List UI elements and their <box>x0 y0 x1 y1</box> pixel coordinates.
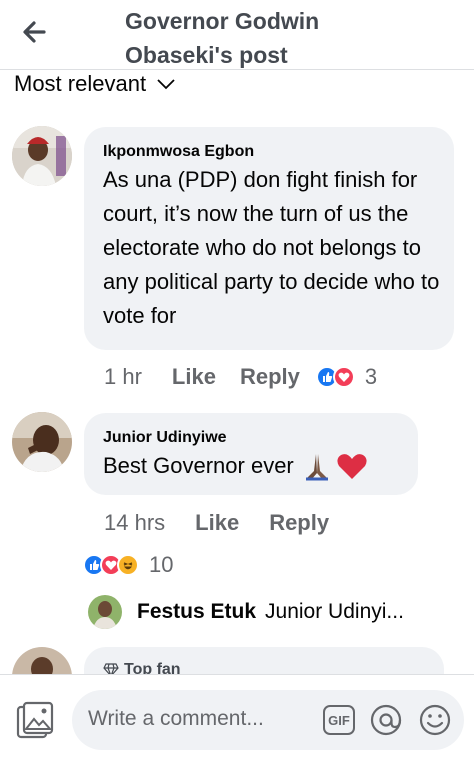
comment-author[interactable]: Junior Udinyiwe <box>103 429 227 447</box>
comment-text: As una (PDP) don fight finish for court,… <box>103 167 440 328</box>
photo-icon[interactable] <box>16 701 54 741</box>
comment-bubble[interactable]: Junior Udinyiwe Best Governor ever <box>84 413 418 495</box>
haha-reaction-icon <box>117 554 139 576</box>
post-header: Governor Godwin Obaseki's post <box>0 0 474 70</box>
page-title: Governor Godwin Obaseki's post <box>125 8 320 68</box>
reaction-count: 3 <box>364 364 378 389</box>
sort-dropdown[interactable]: Most relevant <box>14 70 176 98</box>
comment-time: 1 hr <box>104 364 142 389</box>
comment-actions: 14 hrs Like Reply <box>104 508 329 538</box>
comment-placeholder: Write a comment... <box>88 707 264 730</box>
avatar <box>88 595 122 629</box>
avatar-photo <box>12 412 72 472</box>
comment-text-row: Best Governor ever <box>103 449 368 483</box>
avatar-photo <box>88 595 122 629</box>
reaction-summary[interactable]: 10 <box>83 550 173 580</box>
emoji-icon[interactable] <box>418 703 452 737</box>
reaction-count: 10 <box>149 552 174 577</box>
back-arrow-icon[interactable] <box>18 16 54 48</box>
gif-button[interactable]: GIF <box>323 705 355 735</box>
reaction-summary[interactable]: 3 <box>315 364 378 390</box>
like-button[interactable]: Like <box>195 510 239 536</box>
comment-input[interactable]: Write a comment... GIF <box>72 690 464 750</box>
gif-label: GIF <box>328 712 350 728</box>
love-reaction-icon <box>332 366 355 388</box>
avatar[interactable] <box>12 126 72 186</box>
reply-snippet: Junior Udinyi... <box>265 600 404 623</box>
comment-text: Best Governor ever <box>103 453 294 478</box>
reply-button[interactable]: Reply <box>269 510 329 536</box>
comment-time: 14 hrs <box>104 510 166 535</box>
avatar[interactable] <box>12 412 72 472</box>
comment-bubble[interactable]: Ikponmwosa Egbon As una (PDP) don fight … <box>84 127 454 350</box>
avatar-photo <box>12 126 72 186</box>
reply-author[interactable]: Festus Etuk <box>137 600 256 624</box>
chevron-down-icon <box>157 79 175 90</box>
like-button[interactable]: Like <box>172 364 216 390</box>
reply-button[interactable]: Reply <box>240 364 300 390</box>
comment-composer: Write a comment... GIF <box>0 674 474 761</box>
comment-actions: 1 hr Like Reply 3 <box>104 362 377 392</box>
mention-icon[interactable] <box>369 703 403 737</box>
sort-label: Most relevant <box>14 71 147 96</box>
red-heart-icon <box>337 454 367 479</box>
praying-hands-icon <box>305 454 328 481</box>
reply-preview[interactable]: Festus Etuk Junior Udinyi... <box>88 595 468 629</box>
comment-author[interactable]: Ikponmwosa Egbon <box>103 143 254 161</box>
